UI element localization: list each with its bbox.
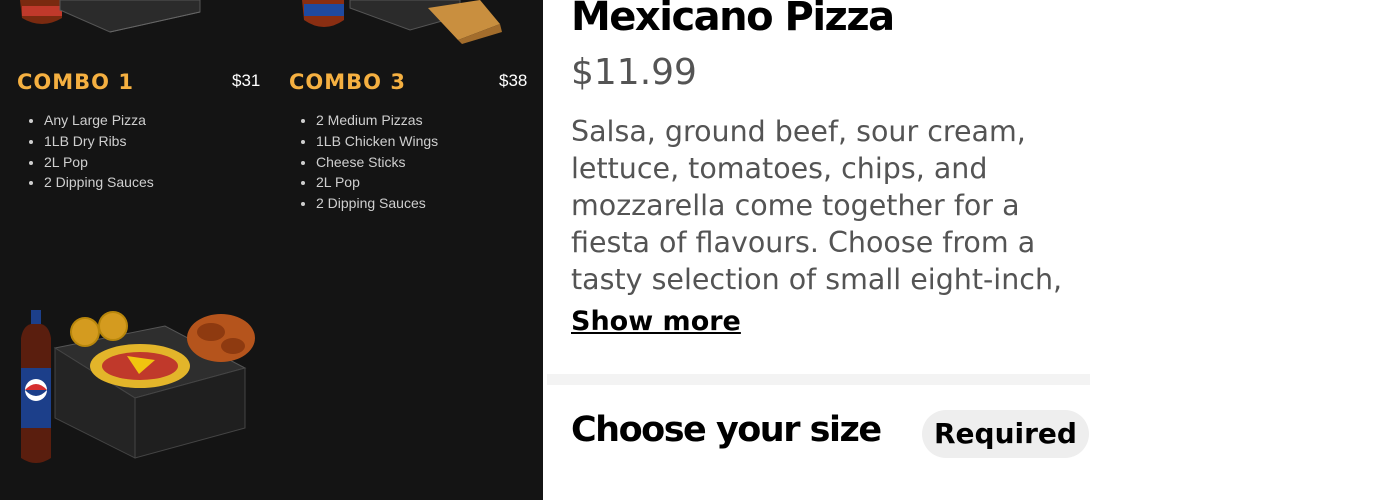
size-option-partial[interactable] bbox=[571, 486, 597, 500]
list-item: Cheese Sticks bbox=[316, 152, 438, 173]
combo-1-product-photo bbox=[20, 0, 201, 33]
radio-icon bbox=[571, 495, 597, 500]
list-item: 2 Dipping Sauces bbox=[316, 193, 438, 214]
combo-3-price: $38 bbox=[499, 71, 528, 90]
required-badge: Required bbox=[922, 410, 1089, 458]
combo-1-items: Any Large Pizza 1LB Dry Ribs 2L Pop 2 Di… bbox=[28, 110, 154, 193]
combo-3-title: COMBO 3 bbox=[289, 70, 406, 94]
list-item: 2 Dipping Sauces bbox=[44, 172, 154, 193]
show-more-button[interactable]: Show more bbox=[571, 306, 741, 337]
item-description: Salsa, ground beef, sour cream, lettuce,… bbox=[571, 115, 1063, 296]
combo-3-product-photo bbox=[302, 0, 502, 44]
combo-1-price: $31 bbox=[232, 71, 261, 90]
list-item: 2L Pop bbox=[316, 172, 438, 193]
size-section-title: Choose your size bbox=[571, 410, 882, 450]
list-item: 2L Pop bbox=[44, 152, 154, 173]
menu-image-panel: COMBO 1 $31 Any Large Pizza 1LB Dry Ribs… bbox=[0, 0, 543, 500]
combo-1-title: COMBO 1 bbox=[17, 70, 134, 94]
list-item: 2 Medium Pizzas bbox=[316, 110, 438, 131]
item-detail-pane: Mexicano Pizza $11.99 Salsa, ground beef… bbox=[543, 0, 1090, 500]
item-title: Mexicano Pizza bbox=[571, 0, 895, 40]
list-item: 1LB Chicken Wings bbox=[316, 131, 438, 152]
combo-3-items: 2 Medium Pizzas 1LB Chicken Wings Cheese… bbox=[300, 110, 438, 214]
section-divider bbox=[547, 374, 1090, 385]
combo-product-photo bbox=[21, 310, 255, 463]
item-price: $11.99 bbox=[571, 52, 697, 93]
list-item: Any Large Pizza bbox=[44, 110, 154, 131]
list-item: 1LB Dry Ribs bbox=[44, 131, 154, 152]
